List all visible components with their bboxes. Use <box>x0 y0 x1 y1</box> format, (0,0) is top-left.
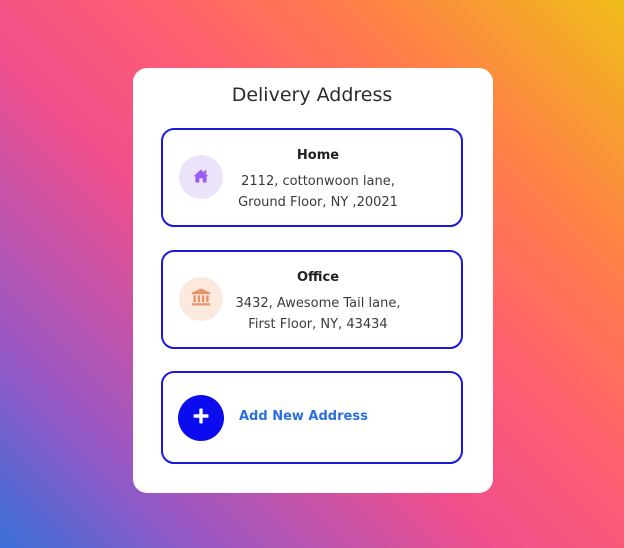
address-line-1: 2112, cottonwoon lane, <box>241 174 395 189</box>
address-name: Home <box>296 148 340 163</box>
home-icon <box>193 168 209 187</box>
address-line-2: First Floor, NY, 43434 <box>248 317 388 332</box>
address-line-1: 3432, Awesome Tail lane, <box>235 296 401 311</box>
address-option-office[interactable]: Office 3432, Awesome Tail lane, First Fl… <box>161 250 463 349</box>
home-icon-circle <box>179 155 223 199</box>
add-icon-circle <box>178 395 224 441</box>
home-address-details: Home 2112, cottonwoon lane, Ground Floor… <box>223 130 413 213</box>
bank-building-icon <box>191 288 211 310</box>
add-new-address-button[interactable]: Add New Address <box>161 371 463 464</box>
office-address-details: Office 3432, Awesome Tail lane, First Fl… <box>223 252 413 335</box>
address-name: Office <box>296 270 340 285</box>
card-title: Delivery Address <box>231 84 393 106</box>
office-icon-circle <box>179 277 223 321</box>
plus-icon <box>192 407 210 429</box>
address-line-2: Ground Floor, NY ,20021 <box>238 195 398 210</box>
add-new-address-label: Add New Address <box>239 409 368 424</box>
address-option-home[interactable]: Home 2112, cottonwoon lane, Ground Floor… <box>161 128 463 227</box>
